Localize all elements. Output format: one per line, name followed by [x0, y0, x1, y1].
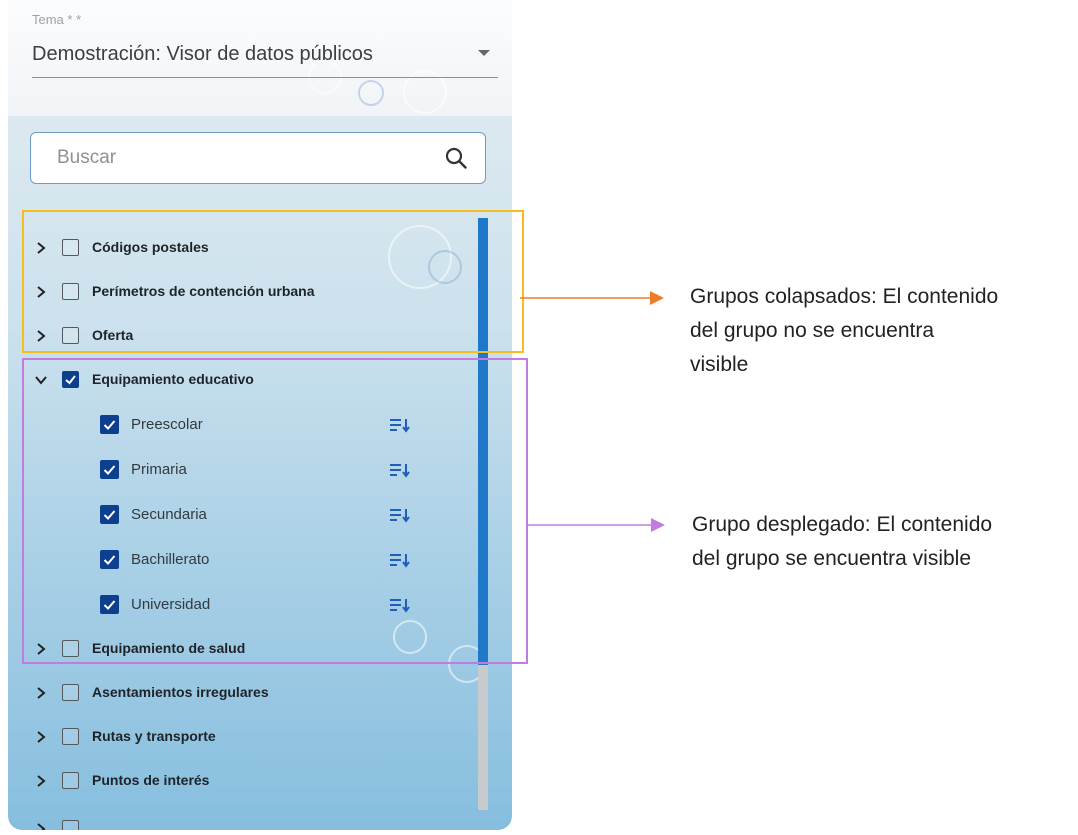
- annotation-line: Grupo desplegado: El contenido: [692, 513, 993, 536]
- layer-group-partial[interactable]: [8, 808, 468, 830]
- collapsed-groups-highlight: [22, 210, 524, 353]
- layer-group-label: Rutas y transporte: [92, 728, 216, 744]
- layer-group-label: Asentamientos irregulares: [92, 684, 269, 700]
- theme-label: Tema * *: [32, 12, 82, 27]
- checkbox[interactable]: [62, 728, 79, 745]
- checkbox[interactable]: [62, 684, 79, 701]
- annotation-collapsed: Grupos colapsados: El contenido del grup…: [690, 280, 998, 382]
- chevron-right-icon[interactable]: [34, 774, 48, 788]
- search-icon[interactable]: [445, 147, 467, 169]
- search-box[interactable]: [30, 132, 486, 184]
- annotation-line: visible: [690, 353, 749, 376]
- annotation-line: del grupo no se encuentra: [690, 319, 935, 342]
- dropdown-arrow-icon[interactable]: [478, 50, 490, 56]
- annotation-line: Grupos colapsados: El contenido: [690, 285, 999, 308]
- chevron-right-icon[interactable]: [34, 822, 48, 830]
- annotation-line: del grupo se encuentra visible: [692, 547, 972, 570]
- layer-group-puntos-interes[interactable]: Puntos de interés: [8, 760, 468, 804]
- layer-group-rutas-transporte[interactable]: Rutas y transporte: [8, 716, 468, 760]
- chevron-right-icon[interactable]: [34, 730, 48, 744]
- arrow-expanded: [526, 518, 665, 532]
- expanded-group-highlight: [22, 358, 528, 664]
- layer-group-label: Puntos de interés: [92, 772, 210, 788]
- checkbox[interactable]: [62, 772, 79, 789]
- checkbox[interactable]: [62, 820, 79, 830]
- annotation-expanded: Grupo desplegado: El contenido del grupo…: [692, 508, 992, 576]
- theme-select-underline: [32, 77, 498, 78]
- chevron-right-icon[interactable]: [34, 686, 48, 700]
- layer-group-asentamientos[interactable]: Asentamientos irregulares: [8, 672, 468, 716]
- theme-select[interactable]: Demostración: Visor de datos públicos: [32, 43, 373, 66]
- arrow-collapsed: [520, 291, 664, 305]
- search-input[interactable]: [31, 133, 431, 183]
- map-decoration: [358, 80, 384, 106]
